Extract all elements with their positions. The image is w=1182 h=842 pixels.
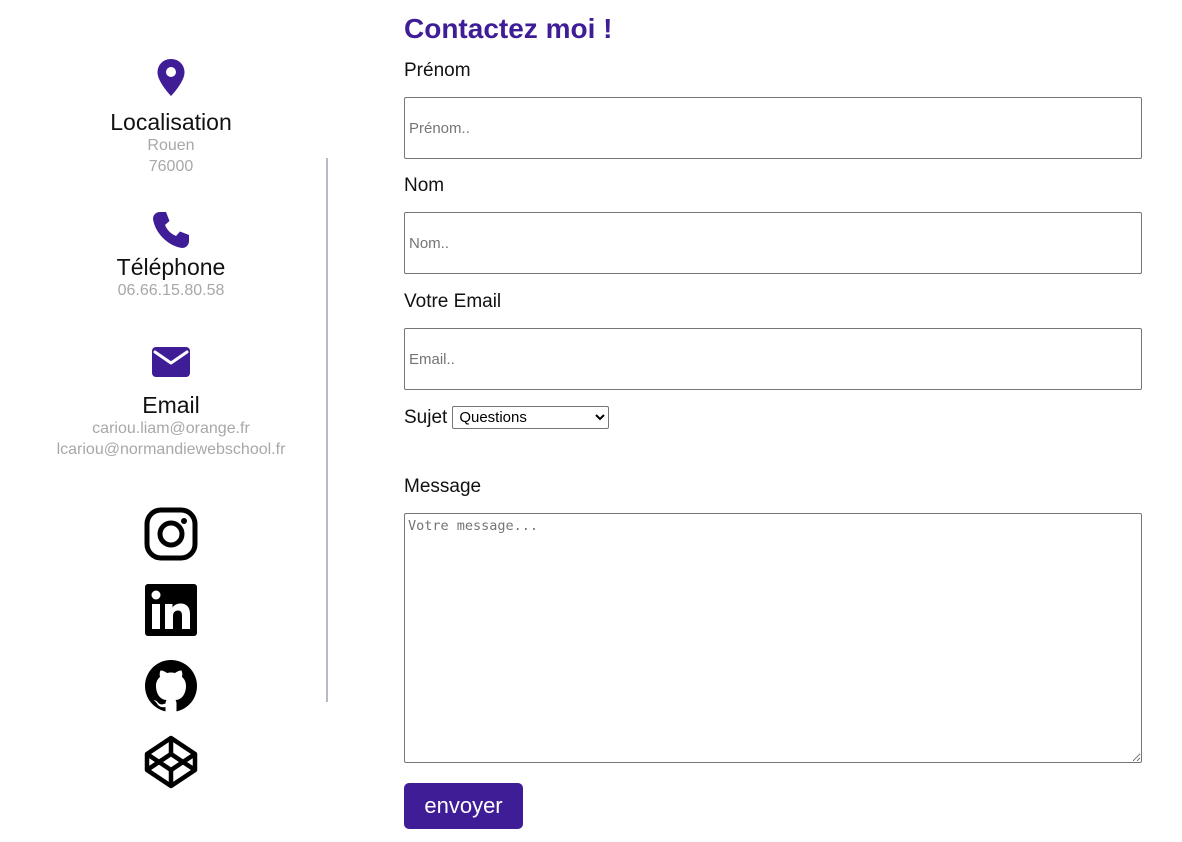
email-label: Votre Email [404,291,502,312]
email-block: Email cariou.liam@orange.fr lcariou@norm… [20,346,322,460]
message-label: Message [404,476,482,497]
email-input[interactable] [404,328,1142,390]
instagram-link[interactable] [143,506,199,562]
linkedin-icon [143,582,199,638]
message-textarea[interactable] [404,513,1142,763]
email-title: Email [142,392,200,418]
first-name-input[interactable] [404,97,1142,159]
first-name-label: Prénom [404,60,471,81]
github-link[interactable] [143,658,199,714]
location-city: Rouen [147,137,195,154]
map-pin-icon [156,58,186,98]
subject-label: Sujet [404,406,448,428]
location-postcode: 76000 [148,158,194,175]
email-address[interactable]: lcariou@normandiewebschool.fr [57,439,286,460]
instagram-icon [143,506,199,562]
phone-number: 06.66.15.80.58 [117,282,225,299]
subject-row: Sujet Questions [404,406,610,429]
contact-form: Contactez moi ! Prénom Nom Votre Email S… [404,8,1142,829]
github-icon [143,658,199,714]
codepen-link[interactable] [143,734,199,790]
phone-icon [151,210,191,250]
linkedin-link[interactable] [143,582,199,638]
location-title: Localisation [110,109,232,135]
page-title: Contactez moi ! [404,13,613,44]
subject-select[interactable]: Questions [452,406,610,429]
column-divider [326,158,328,702]
codepen-icon [143,734,199,790]
email-address[interactable]: cariou.liam@orange.fr [92,418,250,439]
submit-button[interactable]: envoyer [404,783,523,829]
last-name-input[interactable] [404,212,1142,274]
envelope-icon [151,346,191,378]
location-block: Localisation Rouen 76000 [20,58,322,177]
social-links [20,506,322,810]
last-name-label: Nom [404,175,445,196]
contact-page: Localisation Rouen 76000 Téléphone 06.66… [0,0,1182,842]
phone-title: Téléphone [116,254,226,280]
phone-block: Téléphone 06.66.15.80.58 [20,210,322,301]
